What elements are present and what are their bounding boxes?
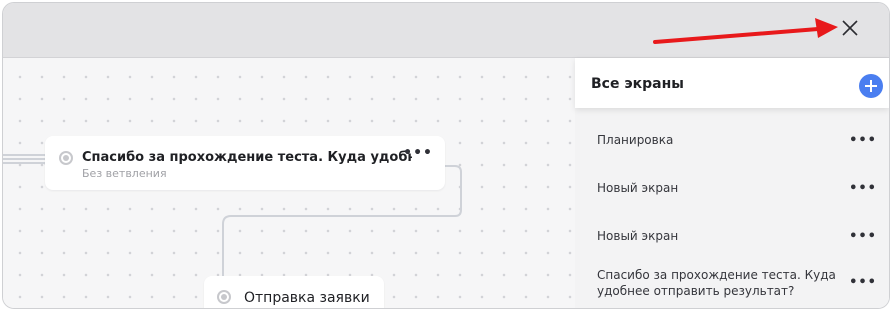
node-title: Спасибо за прохождение теста. Куда удобн…	[82, 150, 412, 165]
screen-label: Новый экран	[597, 181, 679, 195]
more-dots-icon[interactable]: •••	[849, 230, 877, 243]
radio-icon	[217, 290, 231, 304]
top-bar	[3, 3, 889, 58]
screen-item[interactable]: Спасибо за прохождение теста. Куда удобн…	[575, 263, 889, 307]
close-button[interactable]	[839, 17, 861, 39]
screen-item[interactable]: Новый экран •••	[575, 217, 889, 253]
flow-node-thanks[interactable]: Спасибо за прохождение теста. Куда удобн…	[45, 136, 445, 190]
screen-label: Новый экран	[597, 229, 679, 243]
screen-item[interactable]: Новый экран •••	[575, 169, 889, 205]
node-subtitle: Без ветвления	[82, 167, 167, 180]
radio-icon	[59, 151, 73, 165]
flow-node-submit[interactable]: Отправка заявки	[204, 276, 384, 308]
more-dots-icon[interactable]: •••	[849, 276, 877, 289]
panel-title: Все экраны	[591, 76, 684, 92]
screen-item[interactable]: Планировка •••	[575, 122, 889, 158]
panel-header: Все экраны	[575, 58, 889, 108]
more-dots-icon[interactable]: •••	[849, 182, 877, 195]
node-title: Отправка заявки	[244, 290, 370, 306]
more-dots-icon[interactable]: •••	[403, 146, 433, 160]
screen-label: Планировка	[597, 133, 674, 147]
screens-panel: Все экраны Планировка ••• Новый экран ••…	[575, 58, 889, 308]
editor-window: Спасибо за прохождение теста. Куда удобн…	[2, 2, 890, 309]
add-screen-button[interactable]	[859, 74, 883, 98]
more-dots-icon[interactable]: •••	[849, 134, 877, 147]
close-icon	[842, 20, 858, 36]
screen-label: Спасибо за прохождение теста. Куда удобн…	[597, 268, 836, 298]
